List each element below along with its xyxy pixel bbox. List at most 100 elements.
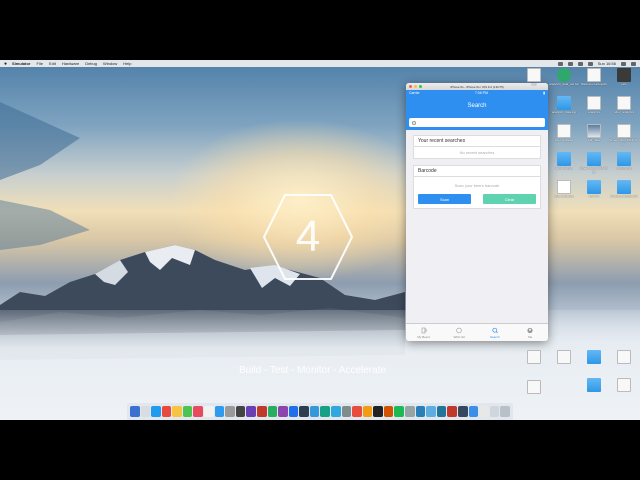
desktop-icon[interactable]: intermediates	[549, 124, 579, 143]
app-icon[interactable]	[415, 406, 426, 417]
spotlight-icon[interactable]	[621, 61, 626, 66]
menu-window[interactable]: Window	[103, 61, 117, 66]
menu-hardware[interactable]: Hardware	[62, 61, 79, 66]
app-icon[interactable]	[405, 406, 415, 417]
search-input[interactable]	[417, 120, 545, 125]
dropbox-icon[interactable]	[557, 61, 563, 66]
app-store-icon[interactable]	[214, 406, 225, 417]
menu-simulator[interactable]: Simulator	[12, 61, 30, 66]
app-icon[interactable]	[426, 406, 436, 417]
wallpaper-tagline: Build - Test - Monitor - Accelerate	[238, 365, 387, 376]
desktop-icon[interactable]: logs	[519, 68, 549, 87]
trash-icon[interactable]	[500, 406, 510, 417]
launchpad-icon[interactable]	[140, 406, 151, 417]
safari-icon[interactable]	[151, 406, 161, 417]
battery-icon[interactable]	[587, 61, 593, 66]
desktop-icon[interactable]	[549, 350, 579, 364]
barcode-actions: Scan Clear	[414, 192, 540, 208]
menu-debug[interactable]: Debug	[85, 61, 97, 66]
desktop-icon[interactable]	[519, 350, 549, 364]
calendar-icon[interactable]	[193, 406, 204, 417]
beer-icon	[421, 327, 427, 333]
recent-searches-header: Your recent searches	[414, 136, 540, 147]
file-icon	[617, 124, 631, 138]
app-icon[interactable]	[457, 406, 468, 417]
scan-button[interactable]: Scan	[418, 194, 471, 204]
desktop-icon[interactable]: Screen Shot 2016-06-14	[609, 124, 639, 146]
desktop-icon[interactable]	[519, 380, 549, 394]
photos-icon[interactable]	[172, 406, 182, 417]
messages-icon[interactable]	[182, 406, 193, 417]
desktop-icon[interactable]: Screen Shot 2016-06-16	[579, 152, 609, 174]
desktop-icon[interactable]: analytics	[579, 96, 609, 115]
chrome-icon[interactable]	[161, 406, 172, 417]
tab-my-beers[interactable]: My Beers	[406, 324, 442, 341]
wifi-icon[interactable]	[567, 61, 573, 66]
app-icon[interactable]	[256, 406, 267, 417]
folder-icon[interactable]	[479, 406, 489, 417]
desktop-screen: ● Simulator File Edit Hardware Debug Win…	[0, 60, 640, 420]
desktop-icon[interactable]: Backups.backupdb	[579, 68, 609, 87]
file-icon	[527, 68, 541, 82]
terminal-icon[interactable]	[373, 406, 383, 417]
downloads-icon[interactable]	[489, 406, 500, 417]
tab-search[interactable]: Search	[477, 324, 513, 341]
search-icon	[492, 327, 498, 333]
clear-button[interactable]: Clear	[483, 194, 536, 204]
folder-icon	[587, 350, 601, 364]
desktop-icon[interactable]	[609, 350, 639, 364]
notification-center-icon[interactable]	[631, 61, 636, 66]
menu-clock[interactable]: Sun 16:56	[598, 61, 616, 66]
desktop-icon[interactable]: terminal.png	[549, 152, 579, 171]
notes-icon[interactable]	[204, 406, 214, 417]
heart-icon	[456, 327, 462, 333]
desktop-icon[interactable]: analytics_data.log	[549, 96, 579, 115]
apple-menu-icon[interactable]: ●	[4, 61, 7, 67]
search-content: Your recent searches No recent searches …	[406, 130, 548, 326]
desktop-icon[interactable]: pricing.png	[609, 152, 639, 171]
file-icon	[587, 96, 601, 110]
simulator-icon[interactable]	[330, 406, 341, 417]
app-icon[interactable]	[468, 406, 479, 417]
desktop-icon[interactable]: backup_background	[609, 180, 639, 199]
desktop-icon[interactable]: screens	[579, 180, 609, 199]
search-box[interactable]	[409, 118, 545, 127]
status-time: 7:06 PM	[474, 91, 488, 95]
menu-edit[interactable]: Edit	[49, 61, 56, 66]
menu-help[interactable]: Help	[123, 61, 131, 66]
desktop-icon[interactable]: logo_final.png	[549, 180, 579, 199]
tab-me[interactable]: Me	[513, 324, 549, 341]
terminal-icon[interactable]	[235, 406, 246, 417]
spotify-icon[interactable]	[394, 406, 405, 417]
nav-title: Search	[467, 103, 487, 109]
app-icon[interactable]	[299, 406, 309, 417]
desktop-icon[interactable]: other_analytics	[609, 96, 639, 115]
app-icon[interactable]	[267, 406, 278, 417]
menu-file[interactable]: File	[36, 61, 42, 66]
app-icon[interactable]	[362, 406, 373, 417]
desktop-icon[interactable]: Fla_data	[579, 124, 609, 143]
finder-icon[interactable]	[130, 406, 140, 417]
xcode-icon[interactable]	[288, 406, 299, 417]
app-icon[interactable]	[447, 406, 457, 417]
system-preferences-icon[interactable]	[225, 406, 235, 417]
tab-label: Wish list	[453, 334, 465, 339]
simulator-window: iPhone 6s - iPhone 6s / iOS 9.2 (13C75) …	[406, 83, 548, 341]
desktop-icon[interactable]	[579, 378, 609, 392]
desktop-icon[interactable]	[579, 350, 609, 364]
app-icon[interactable]	[383, 406, 394, 417]
volume-icon[interactable]	[577, 61, 583, 66]
visual-studio-icon[interactable]	[246, 406, 256, 417]
app-icon[interactable]	[320, 406, 330, 417]
desktop-icon[interactable]: analytics_data_out.bin	[549, 68, 579, 87]
desktop-icon[interactable]	[609, 378, 639, 392]
barcode-header: Barcode	[414, 166, 540, 177]
desktop-icon[interactable]: pics	[609, 68, 639, 87]
app-icon[interactable]	[278, 406, 288, 417]
app-icon[interactable]	[309, 406, 320, 417]
app-icon[interactable]	[352, 406, 362, 417]
wordpress-icon[interactable]	[436, 406, 447, 417]
file-icon	[587, 68, 601, 82]
app-icon[interactable]	[341, 406, 352, 417]
tab-wish-list[interactable]: Wish list	[442, 324, 478, 341]
